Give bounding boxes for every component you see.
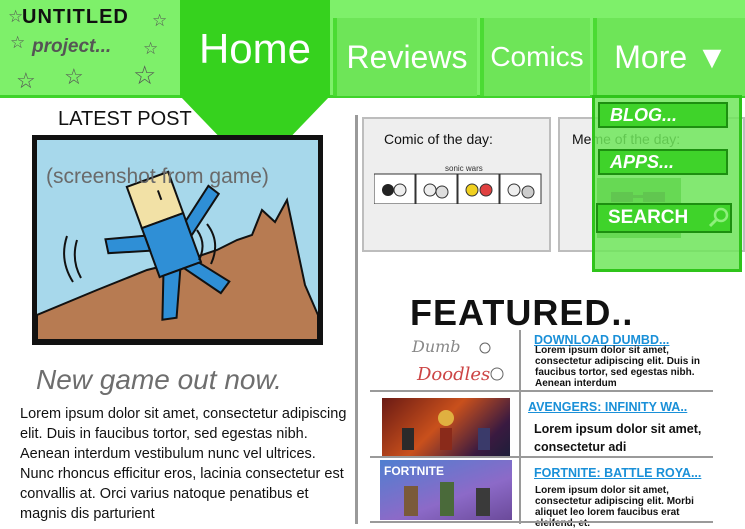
- nav-comics[interactable]: Comics: [480, 18, 590, 96]
- star-icon: ☆: [10, 33, 26, 52]
- featured-separator: [370, 390, 713, 392]
- image-caption: (screenshot from game): [46, 165, 269, 188]
- dropdown-blog[interactable]: BLOG...: [598, 102, 728, 128]
- star-icon: ☆: [143, 39, 159, 58]
- star-icon: ☆: [152, 11, 168, 30]
- latest-post-heading: LATEST POST: [58, 108, 192, 130]
- featured-thumb-avengers[interactable]: [382, 398, 510, 456]
- featured-separator: [370, 456, 713, 458]
- search-label: SEARCH: [608, 207, 689, 228]
- column-divider: [355, 115, 358, 524]
- logo-subtitle[interactable]: project...: [32, 36, 111, 58]
- star-icon: ☆: [8, 7, 24, 26]
- post-body: Lorem ipsum dolor sit amet, consectetur …: [20, 406, 347, 522]
- comic-panel-label: sonic wars: [445, 164, 483, 173]
- star-icon: ☆: [133, 60, 157, 90]
- featured-text-2: Lorem ipsum dolor sit amet, consectetur …: [534, 422, 702, 454]
- dropdown-apps[interactable]: APPS...: [598, 149, 728, 175]
- featured-separator: [370, 521, 713, 523]
- featured-thumb-dumb-doodles[interactable]: Dumb Doodles: [377, 330, 517, 390]
- featured-link-3[interactable]: FORTNITE: BATTLE ROYA...: [534, 466, 701, 480]
- featured-text-1: Lorem ipsum dolor sit amet, consectetur …: [535, 345, 701, 389]
- post-tagline[interactable]: New game out now.: [36, 364, 282, 396]
- svg-text:Doodles: Doodles: [416, 364, 490, 385]
- nav-more[interactable]: More ▼: [593, 18, 745, 96]
- star-icon: ☆: [16, 68, 36, 93]
- search-icon[interactable]: [708, 206, 730, 233]
- nav-home[interactable]: Home: [180, 0, 330, 98]
- star-icon: ☆: [64, 64, 84, 89]
- svg-text:Dumb: Dumb: [411, 337, 461, 356]
- featured-link-2[interactable]: AVENGERS: INFINITY WA..: [528, 400, 687, 414]
- nav-reviews[interactable]: Reviews: [333, 18, 477, 96]
- logo-title[interactable]: UNTITLED: [22, 6, 129, 29]
- featured-thumb-fortnite[interactable]: FORTNITE: [380, 460, 512, 520]
- featured-heading: FEATURED..: [410, 292, 634, 333]
- featured-column-divider: [519, 330, 521, 524]
- comic-title: Comic of the day:: [384, 131, 493, 147]
